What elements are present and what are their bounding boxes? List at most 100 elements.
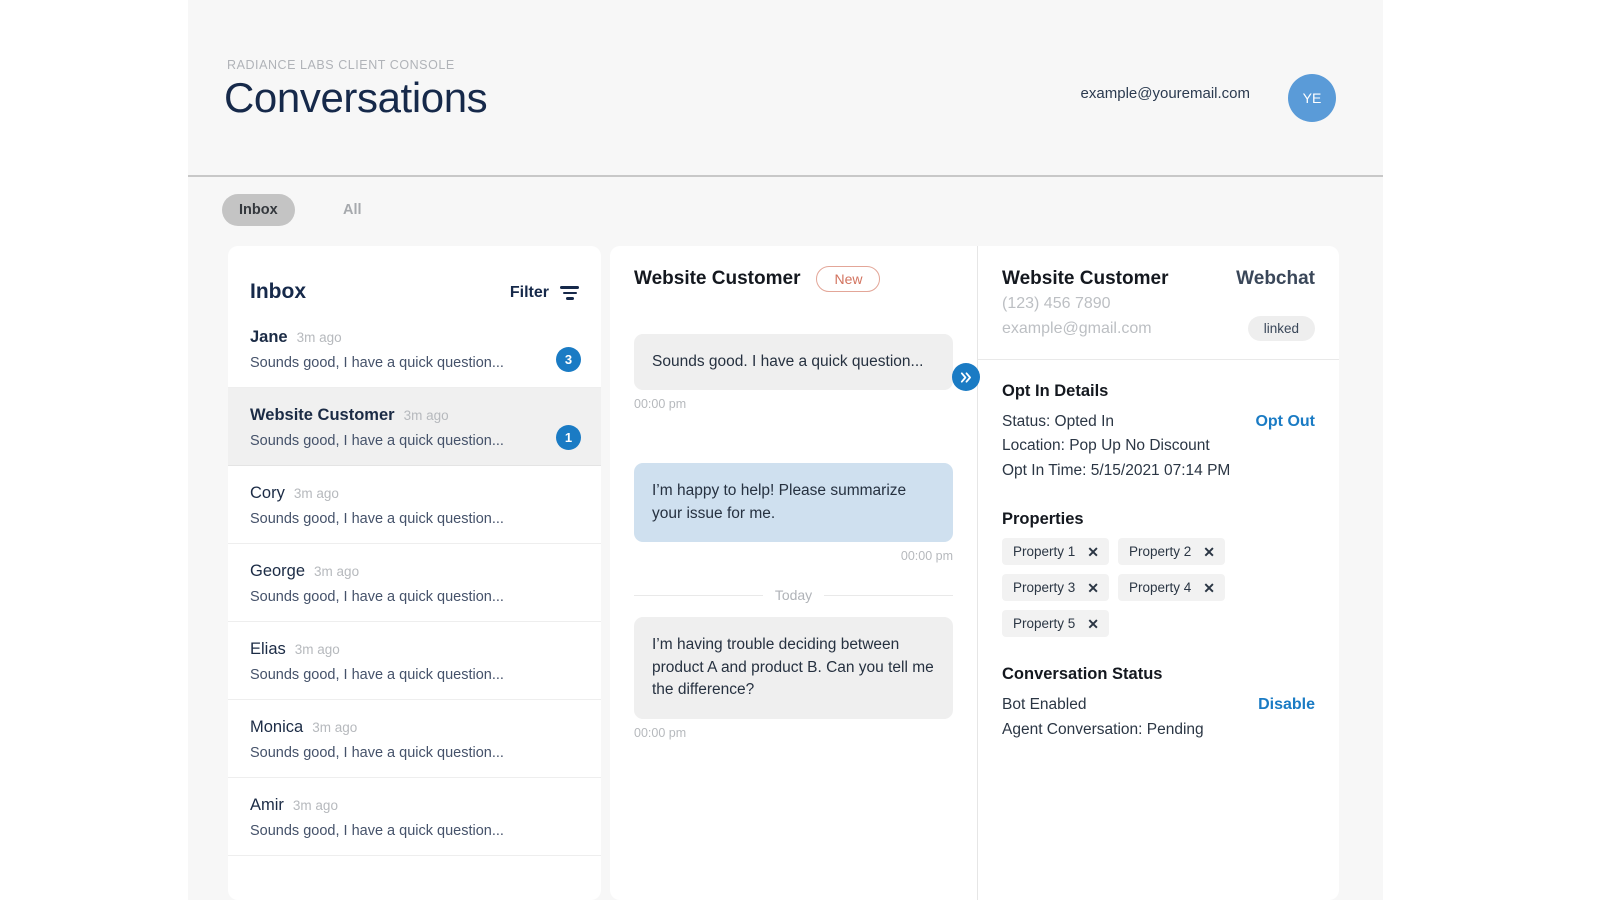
remove-property-icon[interactable]: ✕ [1203, 581, 1215, 595]
message-bubble: I’m happy to help! Please summarize your… [634, 463, 953, 543]
conversation-header: Website Customer New [610, 246, 977, 312]
remove-property-icon[interactable]: ✕ [1203, 545, 1215, 559]
brand-eyebrow: RADIANCE LABS CLIENT CONSOLE [227, 58, 455, 72]
filter-label: Filter [509, 284, 549, 301]
contact-email: example@gmail.com [1002, 319, 1152, 337]
app-container: RADIANCE LABS CLIENT CONSOLE Conversatio… [188, 0, 1383, 900]
list-item-name: Amir [250, 796, 284, 814]
list-item-time: 3m ago [292, 798, 338, 813]
list-item-snippet: Sounds good, I have a quick question... [250, 511, 504, 527]
message-outgoing: I’m happy to help! Please summarize your… [634, 463, 953, 563]
page-title: Conversations [224, 74, 488, 121]
property-tag[interactable]: Property 5 ✕ [1002, 610, 1110, 638]
bot-status: Bot Enabled [1002, 696, 1087, 714]
app-header: RADIANCE LABS CLIENT CONSOLE Conversatio… [188, 0, 1383, 177]
list-item-top: Cory 3m ago [250, 484, 579, 503]
contact-name-row: Website Customer Webchat [1002, 268, 1315, 290]
property-tag[interactable]: Property 1 ✕ [1002, 538, 1110, 566]
list-item-top: Monica 3m ago [250, 718, 579, 737]
list-item[interactable]: George 3m ago Sounds good, I have a quick … [228, 544, 601, 622]
list-item[interactable]: Website Customer 3m ago Sounds good, I hav… [228, 388, 601, 466]
property-tag-label: Property 1 [1013, 544, 1076, 560]
properties-tag-list: Property 1 ✕ Property 2 ✕ Property 3 ✕ Propert… [1002, 538, 1315, 638]
conversation-status-section: Conversation Status Bot Enabled Disable … [978, 637, 1339, 742]
message-incoming: I’m having trouble deciding between prod… [634, 617, 953, 740]
conversation-status-heading: Conversation Status [1002, 665, 1163, 684]
list-item-time: 3m ago [314, 564, 360, 579]
tab-all[interactable]: All [326, 194, 379, 226]
contact-details-panel: Website Customer Webchat (123) 456 7890 … [977, 246, 1339, 900]
opt-in-heading: Opt In Details [1002, 382, 1109, 400]
list-item-name: Monica [250, 718, 304, 736]
property-tag-label: Property 5 [1013, 616, 1076, 632]
list-item[interactable]: Elias 3m ago Sounds good, I have a quick q… [228, 622, 601, 700]
inbox-panel: Inbox Filter Jane 3m ago Sounds good, I ha… [228, 246, 601, 900]
message-list: Sounds good. I have a quick question... … [610, 312, 977, 740]
remove-property-icon[interactable]: ✕ [1087, 581, 1099, 595]
message-timestamp: 00:00 pm [634, 397, 687, 412]
list-item[interactable]: Monica 3m ago Sounds good, I have a quick … [228, 700, 601, 778]
list-item-top: Amir 3m ago [250, 796, 579, 815]
contact-channel: Webchat [1236, 268, 1315, 289]
remove-property-icon[interactable]: ✕ [1087, 545, 1099, 559]
message-bubble: I’m having trouble deciding between prod… [634, 617, 953, 719]
opt-out-button[interactable]: Opt Out [1255, 413, 1315, 431]
double-chevron-right-icon [960, 371, 971, 383]
property-tag[interactable]: Property 3 ✕ [1002, 574, 1110, 602]
list-item-name: Elias [250, 640, 286, 658]
tab-inbox[interactable]: Inbox [222, 194, 295, 226]
status-badge: New [816, 266, 881, 292]
linked-badge: linked [1247, 316, 1315, 341]
filter-button[interactable]: Filter [510, 284, 579, 310]
contact-email-row: example@gmail.com linked [1002, 316, 1315, 341]
list-item[interactable]: Cory 3m ago Sounds good, I have a quick qu… [228, 466, 601, 544]
opt-in-status: Status: Opted In [1002, 413, 1115, 430]
agent-conversation-status: Agent Conversation: Pending [1002, 720, 1204, 738]
collapse-details-button[interactable] [952, 363, 980, 391]
opt-in-section: Opt In Details Status: Opted In Opt Out … [978, 360, 1339, 483]
contact-header: Website Customer Webchat (123) 456 7890 … [978, 246, 1339, 360]
contact-name: Website Customer [1002, 268, 1169, 289]
inbox-title: Inbox [250, 280, 306, 303]
conversation-title: Website Customer [634, 268, 801, 289]
list-item-top: Website Customer 3m ago [250, 406, 579, 425]
list-item-snippet: Sounds good, I have a quick question... [250, 667, 504, 683]
list-item-top: Jane 3m ago [250, 328, 579, 347]
message-timestamp: 00:00 pm [634, 725, 687, 740]
list-item-name: George [250, 562, 306, 580]
list-item-snippet: Sounds good, I have a quick question... [250, 433, 504, 449]
list-item-name: Jane [250, 328, 288, 346]
list-item[interactable]: Amir 3m ago Sounds good, I have a quick qu… [228, 778, 601, 856]
bot-status-row: Bot Enabled Disable [1002, 693, 1315, 717]
disable-bot-button[interactable]: Disable [1258, 696, 1315, 714]
property-tag-label: Property 2 [1129, 544, 1192, 560]
list-item-time: 3m ago [293, 486, 339, 501]
unread-badge: 1 [556, 424, 581, 450]
opt-in-status-row: Status: Opted In Opt Out [1002, 410, 1315, 434]
property-tag-label: Property 4 [1129, 580, 1192, 596]
properties-heading: Properties [1002, 510, 1084, 529]
message-timestamp: 00:00 pm [900, 549, 953, 564]
avatar[interactable]: YE [1288, 74, 1336, 122]
list-item-snippet: Sounds good, I have a quick question... [250, 355, 504, 371]
opt-in-location: Location: Pop Up No Discount [1002, 437, 1210, 455]
list-item-snippet: Sounds good, I have a quick question... [250, 589, 504, 605]
inbox-header: Inbox Filter [228, 246, 601, 310]
list-item-top: George 3m ago [250, 562, 579, 581]
list-item-time: 3m ago [294, 642, 340, 657]
contact-phone: (123) 456 7890 [1002, 295, 1111, 312]
remove-property-icon[interactable]: ✕ [1087, 617, 1099, 631]
user-email: example@youremail.com [1080, 85, 1250, 102]
list-item-time: 3m ago [296, 330, 342, 345]
property-tag[interactable]: Property 2 ✕ [1118, 538, 1226, 566]
property-tag-label: Property 3 [1013, 580, 1076, 596]
day-separator: Today [634, 587, 953, 603]
unread-badge: 3 [556, 346, 581, 372]
list-item-name: Cory [250, 484, 285, 502]
message-incoming: Sounds good. I have a quick question... … [634, 334, 953, 411]
opt-in-time: Opt In Time: 5/15/2021 07:14 PM [1002, 461, 1231, 479]
properties-section: Properties Property 1 ✕ Property 2 ✕ Propert… [978, 483, 1339, 638]
list-item-time: 3m ago [403, 408, 449, 423]
list-item[interactable]: Jane 3m ago Sounds good, I have a quick qu… [228, 310, 601, 388]
property-tag[interactable]: Property 4 ✕ [1118, 574, 1226, 602]
